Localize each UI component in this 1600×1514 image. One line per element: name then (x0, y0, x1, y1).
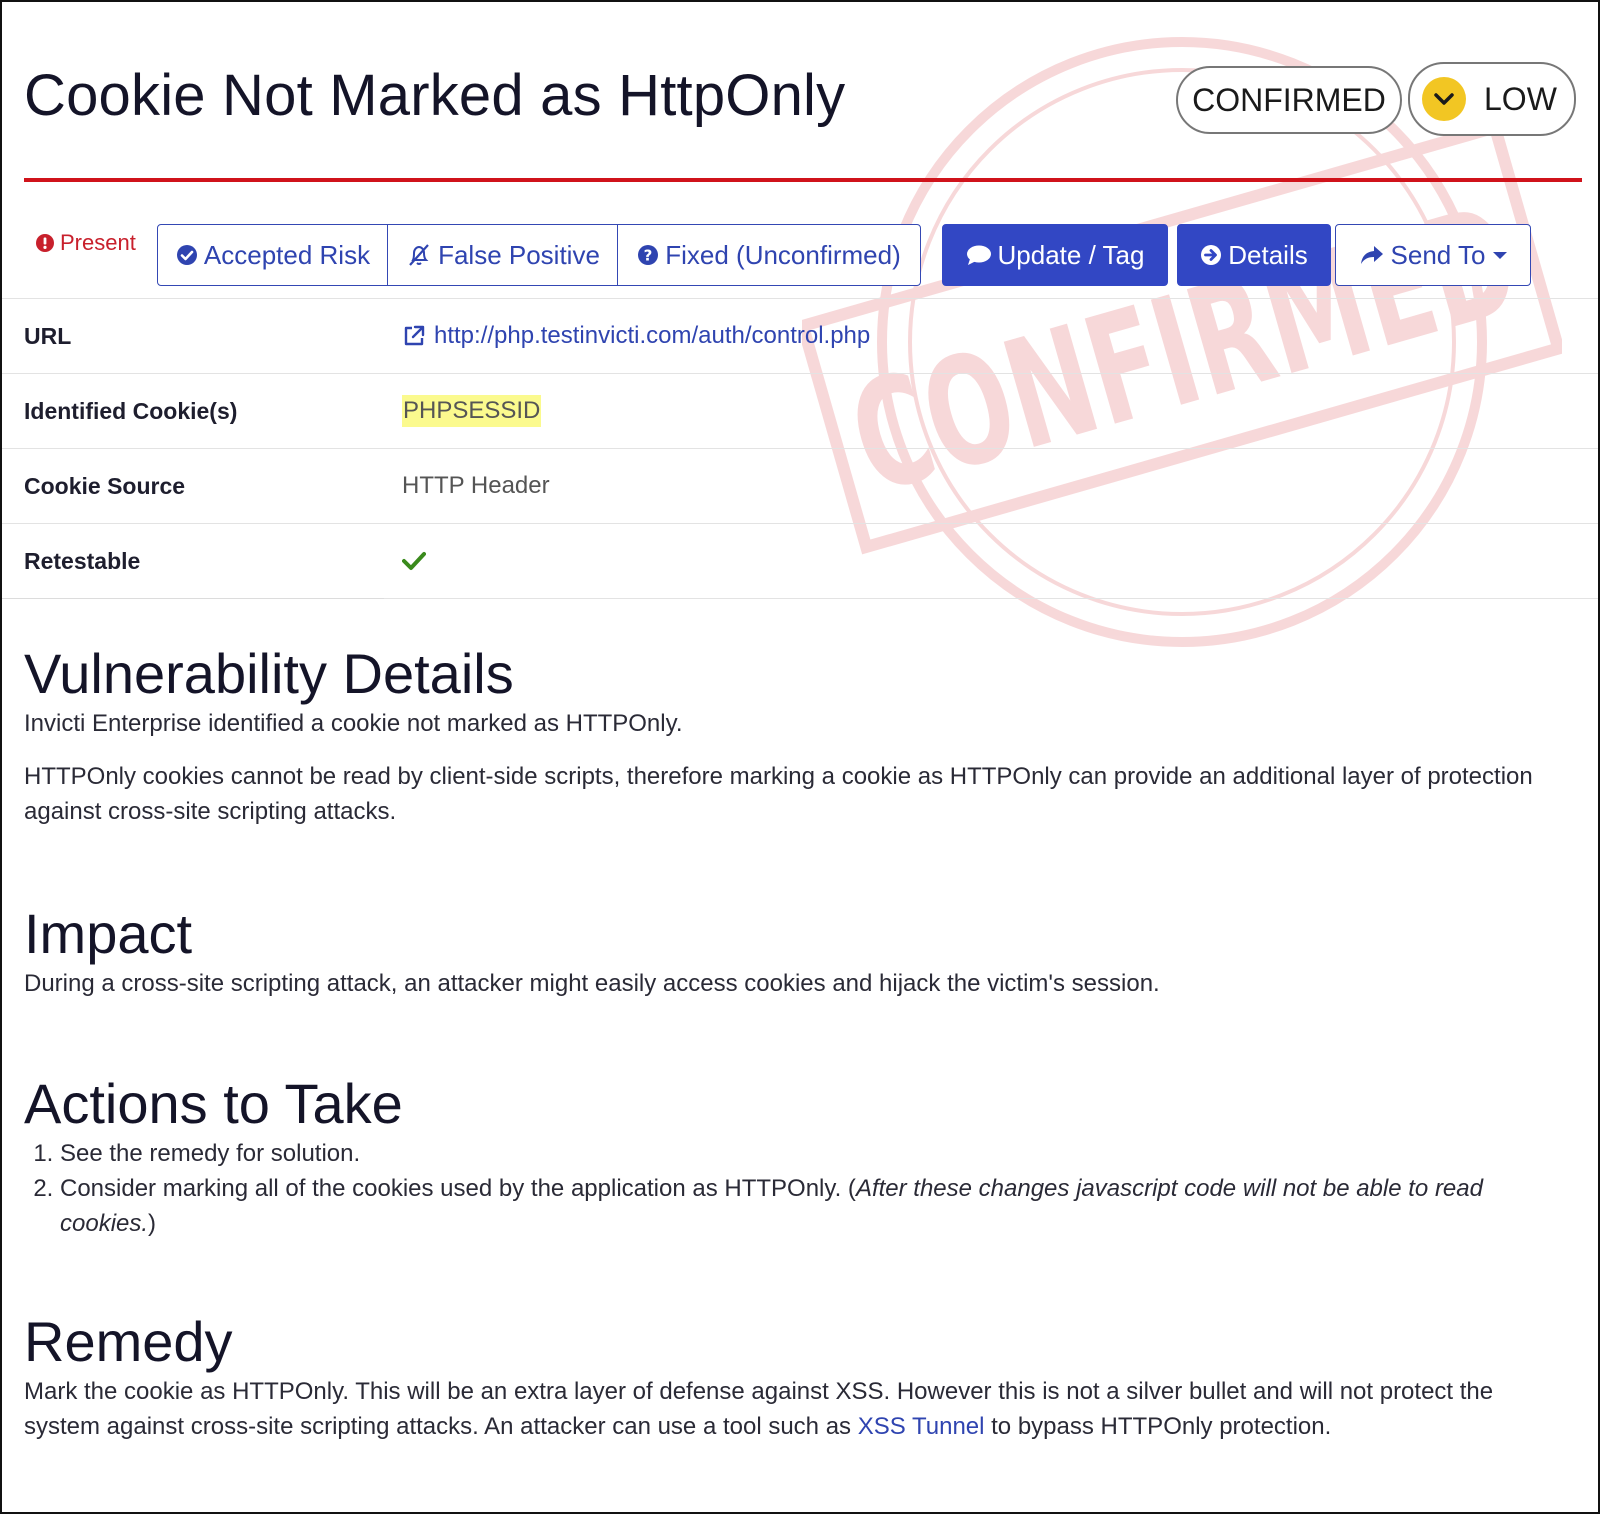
send-to-button[interactable]: Send To (1335, 224, 1531, 286)
url-label: URL (24, 322, 72, 349)
state-label: Present (60, 230, 136, 255)
accepted-risk-label: Accepted Risk (203, 239, 371, 270)
actions-list: See the remedy for solution. Consider ma… (24, 1136, 1564, 1241)
page-frame: CONFIRMED Cookie Not Marked as HttpOnly … (0, 0, 1600, 1514)
page-title: Cookie Not Marked as HttpOnly (24, 63, 846, 128)
retestable-label: Retestable (24, 547, 141, 574)
false-positive-label: False Positive (438, 239, 600, 270)
confirmed-badge-label: CONFIRMED (1192, 81, 1386, 118)
severity-divider (24, 178, 1582, 182)
list-item: See the remedy for solution. (60, 1136, 1564, 1171)
cookies-label: Identified Cookie(s) (24, 397, 238, 424)
actions-section: Actions to Take See the remedy for solut… (24, 1072, 1564, 1241)
bell-slash-icon (406, 243, 432, 267)
issue-header: Cookie Not Marked as HttpOnly CONFIRMED … (24, 54, 1582, 154)
state-indicator: Present (36, 230, 136, 256)
severity-badge: LOW (1408, 62, 1576, 136)
false-positive-button[interactable]: False Positive (387, 224, 619, 286)
table-row: Retestable (2, 523, 1598, 599)
fixed-unconfirmed-label: Fixed (Unconfirmed) (665, 239, 901, 270)
caret-down-icon (1493, 250, 1508, 260)
severity-label: LOW (1484, 80, 1557, 117)
chevron-down-icon (1422, 77, 1466, 121)
impact-section: Impact During a cross-site scripting att… (24, 902, 1160, 1001)
arrow-circle-right-icon (1200, 244, 1222, 266)
update-tag-label: Update / Tag (997, 239, 1145, 270)
retestable-value (402, 524, 426, 598)
comment-icon (966, 244, 992, 266)
update-tag-button[interactable]: Update / Tag (942, 224, 1168, 286)
accepted-risk-button[interactable]: Accepted Risk (157, 224, 389, 286)
confirmed-badge: CONFIRMED (1176, 66, 1402, 134)
remedy-text: Mark the cookie as HTTPOnly. This will b… (24, 1378, 1494, 1440)
issue-details-table: URL http://php.testinvicti.com/auth/cont… (2, 298, 1598, 599)
impact-heading: Impact (24, 902, 193, 965)
fixed-unconfirmed-button[interactable]: ? Fixed (Unconfirmed) (617, 224, 921, 286)
url-link[interactable]: http://php.testinvicti.com/auth/control.… (434, 322, 870, 350)
cookie-source-label: Cookie Source (24, 472, 186, 499)
check-icon (402, 551, 426, 571)
url-value: http://php.testinvicti.com/auth/control.… (402, 299, 870, 373)
check-circle-icon (176, 244, 198, 266)
svg-text:?: ? (644, 247, 653, 265)
table-row: Identified Cookie(s) PHPSESSID (2, 373, 1598, 449)
list-item: Consider marking all of the cookies used… (60, 1171, 1564, 1241)
details-button[interactable]: Details (1177, 224, 1331, 286)
table-row: URL http://php.testinvicti.com/auth/cont… (2, 298, 1598, 374)
details-label: Details (1228, 239, 1308, 270)
vulnerability-details-section: Vulnerability Details Invicti Enterprise… (24, 642, 1564, 829)
impact-text: During a cross-site scripting attack, an… (24, 970, 1160, 997)
send-to-label: Send To (1390, 239, 1486, 270)
remedy-section: Remedy Mark the cookie as HTTPOnly. This… (24, 1310, 1564, 1444)
share-icon (1359, 244, 1385, 266)
cookies-value: PHPSESSID (402, 374, 542, 448)
issue-toolbar: Present Accepted Risk False Positive ? F… (24, 224, 1582, 286)
external-link-icon (402, 324, 426, 348)
actions-heading: Actions to Take (24, 1072, 403, 1135)
table-row: Cookie Source HTTP Header (2, 448, 1598, 524)
question-circle-icon: ? (637, 244, 659, 266)
cookie-source-value: HTTP Header (402, 472, 550, 499)
remedy-heading: Remedy (24, 1310, 233, 1373)
vulnerability-summary: Invicti Enterprise identified a cookie n… (24, 710, 683, 737)
cookie-name-highlight: PHPSESSID (402, 395, 542, 427)
vulnerability-details-heading: Vulnerability Details (24, 642, 514, 705)
xss-tunnel-link[interactable]: XSS Tunnel (858, 1413, 985, 1440)
vulnerability-description: HTTPOnly cookies cannot be read by clien… (24, 763, 1533, 825)
exclamation-circle-icon (36, 234, 54, 252)
